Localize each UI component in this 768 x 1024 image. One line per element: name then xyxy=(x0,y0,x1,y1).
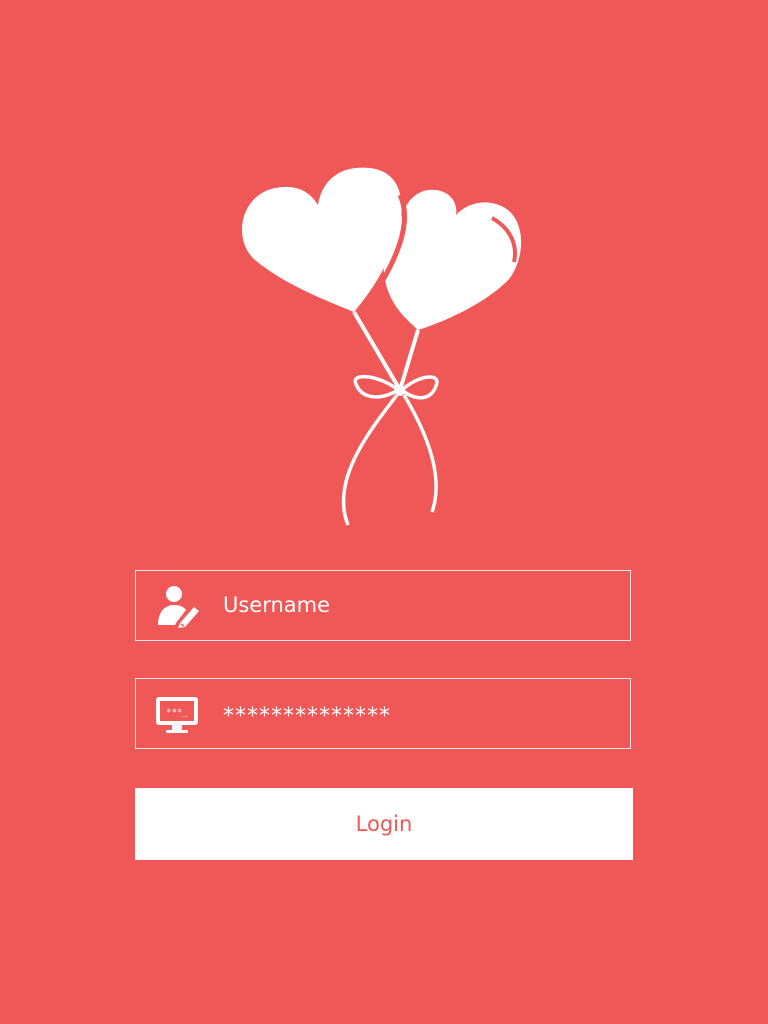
password-field[interactable]: ***_ ************** xyxy=(135,678,631,749)
password-input[interactable]: ************** xyxy=(223,682,391,751)
user-edit-icon xyxy=(158,586,199,628)
svg-text:***_: ***_ xyxy=(166,708,188,718)
password-monitor-icon: ***_ xyxy=(156,697,198,733)
login-button[interactable]: Login xyxy=(135,788,633,860)
username-input[interactable]: Username xyxy=(223,571,330,640)
username-field[interactable]: Username xyxy=(135,570,631,641)
heart-balloons-icon xyxy=(241,167,522,526)
